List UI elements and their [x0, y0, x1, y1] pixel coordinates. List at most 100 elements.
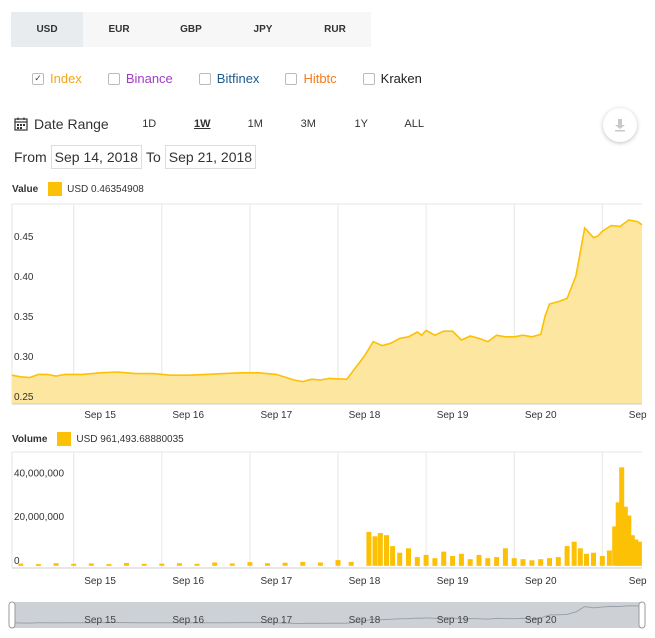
legend-swatch[interactable] — [57, 432, 72, 446]
legend-swatch[interactable] — [48, 182, 63, 196]
date-range-row: Date Range 1D 1W 1M 3M 1Y ALL — [14, 116, 441, 132]
volume-bar[interactable] — [414, 557, 420, 566]
volume-bar[interactable] — [547, 558, 552, 566]
volume-bar[interactable] — [53, 563, 59, 566]
range-all-button[interactable]: ALL — [388, 118, 441, 130]
volume-bar[interactable] — [555, 557, 561, 566]
volume-bar[interactable] — [348, 561, 354, 566]
volume-bar[interactable] — [441, 551, 447, 566]
exchange-label: Binance — [125, 71, 173, 86]
navigator-right-handle[interactable] — [638, 601, 646, 629]
volume-bar[interactable] — [564, 546, 570, 566]
tab-gbp[interactable]: GBP — [155, 12, 227, 47]
x-tick-label: Sep 15 — [84, 576, 116, 587]
volume-bar[interactable] — [265, 563, 270, 566]
volume-bar[interactable] — [599, 556, 605, 566]
volume-bar[interactable] — [384, 535, 389, 566]
volume-bar[interactable] — [372, 536, 378, 566]
range-navigator[interactable]: Sep 15 Sep 16 Sep 17 Sep 18 Sep 19 Sep 20 — [0, 600, 655, 638]
x-tick-label: Sep 15 — [84, 410, 116, 421]
volume-bar[interactable] — [335, 560, 341, 566]
value-legend-series: USD 0.46354908 — [67, 183, 144, 195]
volume-bar[interactable] — [467, 559, 473, 566]
tab-rur[interactable]: RUR — [299, 12, 371, 47]
volume-bar[interactable] — [529, 560, 535, 566]
value-area[interactable] — [12, 220, 642, 404]
volume-bar[interactable] — [141, 563, 147, 566]
navigator-tick-label: Sep 16 — [172, 615, 204, 626]
volume-bar[interactable] — [423, 554, 429, 566]
from-date-input[interactable]: Sep 14, 2018 — [50, 145, 142, 169]
volume-bar[interactable] — [282, 562, 288, 566]
volume-bar[interactable] — [584, 553, 589, 566]
y-tick-label: 20,000,000 — [14, 512, 64, 523]
volume-bar[interactable] — [317, 562, 323, 566]
volume-chart[interactable]: 0 20,000,000 40,000,000 Sep 15 Sep 16 Sep 17 S… — [0, 448, 655, 596]
volume-bar[interactable] — [300, 561, 306, 566]
exchange-index[interactable]: ✓ Index — [32, 71, 82, 86]
volume-bar[interactable] — [229, 563, 235, 566]
volume-bar[interactable] — [458, 553, 464, 566]
x-tick-label: Sep 19 — [437, 410, 469, 421]
volume-bar[interactable] — [247, 562, 253, 566]
checkbox-icon[interactable] — [362, 72, 375, 85]
range-1m-button[interactable]: 1M — [229, 118, 282, 130]
volume-bar[interactable] — [606, 550, 612, 566]
volume-bar[interactable] — [511, 558, 517, 566]
exchange-label: Hitbtc — [303, 71, 337, 86]
navigator-tick-label: Sep 17 — [260, 615, 292, 626]
volume-bar[interactable] — [636, 541, 642, 566]
x-tick-label: Sep — [629, 410, 647, 421]
to-date-input[interactable]: Sep 21, 2018 — [164, 145, 257, 169]
exchange-kraken[interactable]: Kraken — [362, 71, 422, 86]
checkbox-checked-icon[interactable]: ✓ — [32, 72, 44, 85]
tab-eur[interactable]: EUR — [83, 12, 155, 47]
calendar-icon — [14, 117, 28, 131]
volume-bar[interactable] — [397, 552, 403, 566]
volume-bar[interactable] — [106, 564, 112, 566]
volume-bar[interactable] — [432, 558, 438, 566]
volume-bar[interactable] — [538, 559, 544, 566]
volume-bar[interactable] — [377, 533, 383, 566]
volume-bar[interactable] — [124, 563, 129, 566]
tab-jpy[interactable]: JPY — [227, 12, 299, 47]
volume-bar[interactable] — [485, 558, 491, 566]
checkbox-icon[interactable] — [107, 72, 120, 85]
y-tick-label: 0.35 — [14, 312, 34, 323]
range-1w-button[interactable]: 1W — [176, 118, 229, 130]
volume-bar[interactable] — [406, 548, 411, 566]
exchange-bitfinex[interactable]: Bitfinex — [198, 71, 260, 86]
exchange-binance[interactable]: Binance — [107, 71, 173, 86]
volume-bar[interactable] — [88, 563, 94, 566]
volume-bar[interactable] — [35, 564, 41, 566]
volume-bar[interactable] — [71, 563, 77, 566]
range-1y-button[interactable]: 1Y — [335, 118, 388, 130]
exchange-hitbtc[interactable]: Hitbtc — [285, 71, 337, 86]
volume-bar[interactable] — [494, 557, 500, 566]
volume-bar[interactable] — [520, 559, 526, 566]
range-3m-button[interactable]: 3M — [282, 118, 335, 130]
tab-usd[interactable]: USD — [11, 12, 83, 47]
volume-bar[interactable] — [176, 563, 182, 566]
value-chart[interactable]: 0.25 0.30 0.35 0.40 0.45 Sep 15 Sep 16 Sep 17 Se… — [0, 198, 655, 438]
exchange-label: Bitfinex — [216, 71, 260, 86]
volume-bar[interactable] — [476, 554, 482, 566]
volume-bar[interactable] — [194, 563, 200, 566]
volume-bar[interactable] — [577, 548, 583, 566]
y-tick-label: 0.30 — [14, 352, 34, 363]
volume-bar[interactable] — [571, 541, 577, 566]
volume-bar[interactable] — [159, 563, 165, 566]
x-tick-label: Sep 16 — [172, 576, 204, 587]
volume-bar[interactable] — [212, 562, 218, 566]
navigator-left-handle[interactable] — [8, 601, 16, 629]
checkbox-icon[interactable] — [198, 72, 211, 85]
volume-bar[interactable] — [390, 546, 396, 566]
range-1d-button[interactable]: 1D — [123, 118, 176, 130]
download-button[interactable] — [603, 108, 637, 142]
volume-bar[interactable] — [366, 531, 372, 566]
checkbox-icon[interactable] — [285, 72, 298, 85]
volume-bar[interactable] — [502, 548, 508, 566]
navigator-tick-label: Sep 18 — [349, 615, 381, 626]
volume-bar[interactable] — [450, 556, 456, 566]
volume-bar[interactable] — [591, 552, 596, 566]
